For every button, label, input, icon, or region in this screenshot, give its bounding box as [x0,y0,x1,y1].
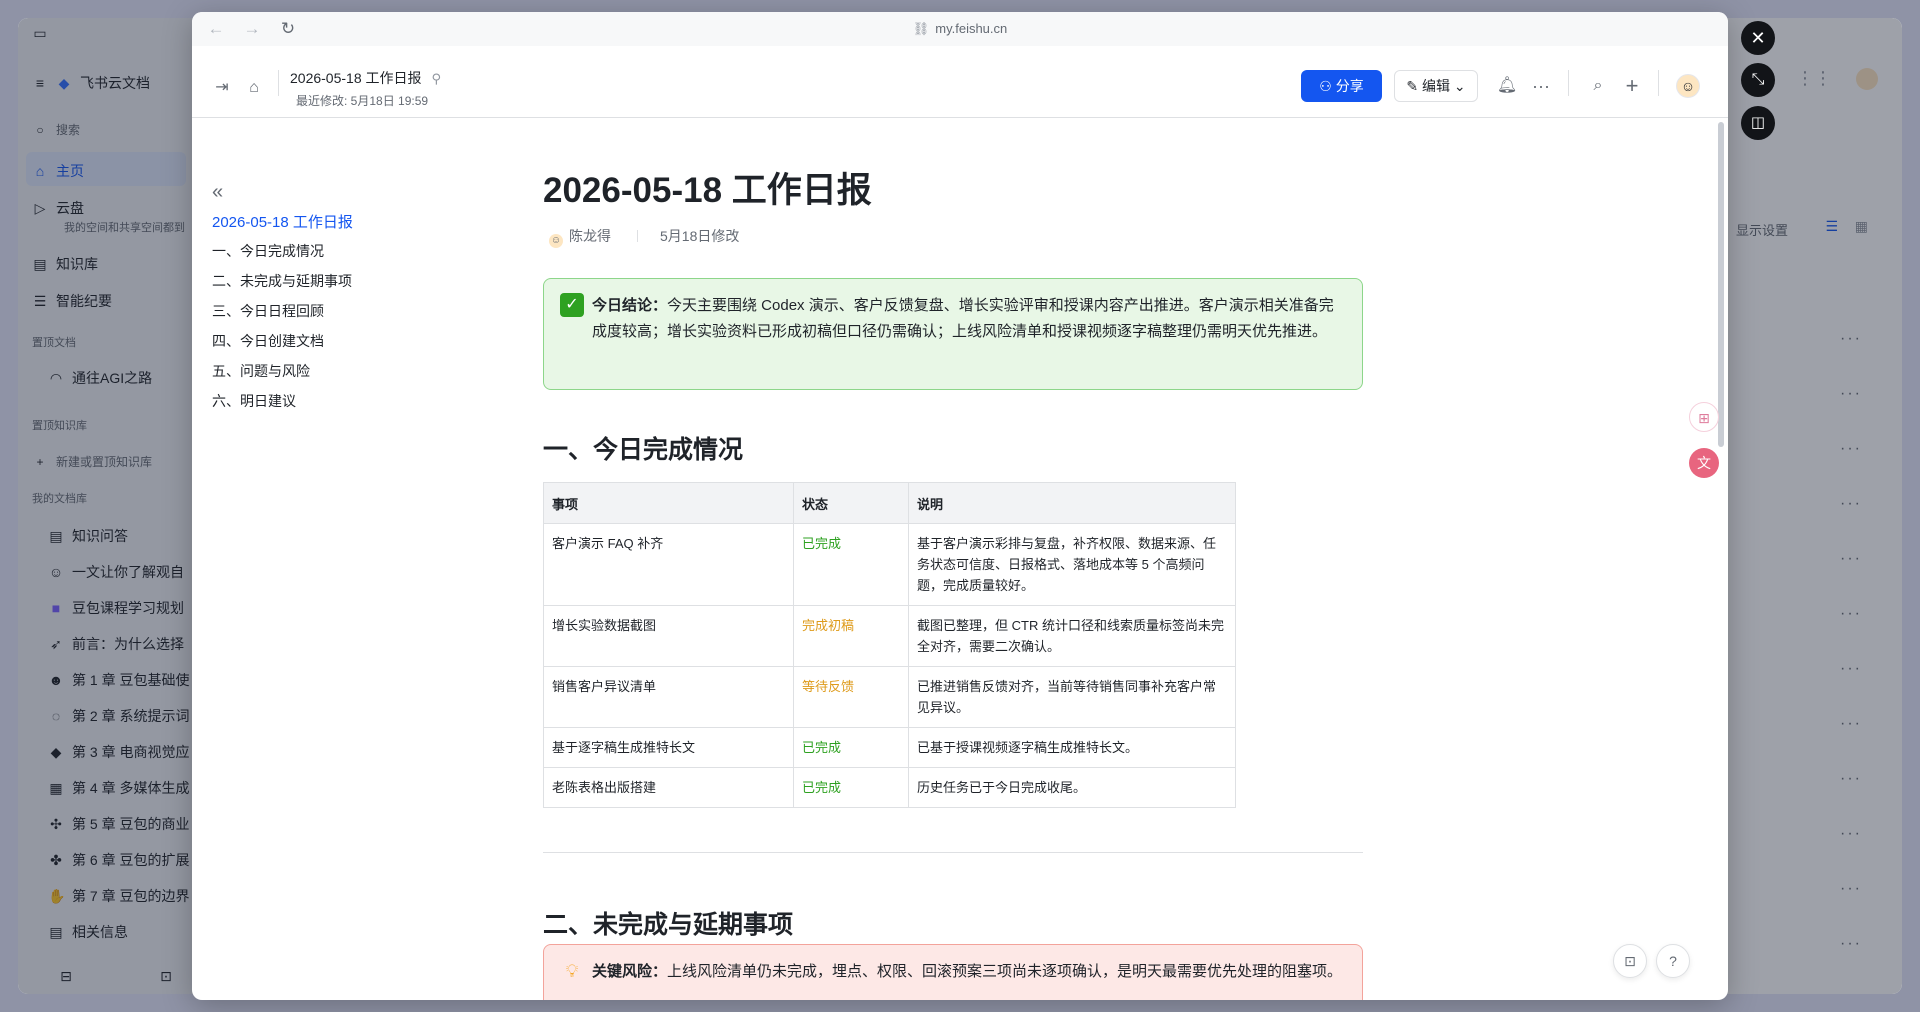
search-icon[interactable]: ⌕ [1586,74,1610,98]
user-avatar[interactable]: ☺ [1676,74,1700,98]
table-cell-note[interactable]: 基于客户演示彩排与复盘，补齐权限、数据来源、任务状态可信度、日报格式、落地成本等… [908,523,1236,606]
translate-icon[interactable]: 文 [1689,448,1719,478]
outline-item[interactable]: 二、未完成与延期事项 [212,271,352,291]
table-row: 客户演示 FAQ 补齐 已完成 基于客户演示彩排与复盘，补齐权限、数据来源、任务… [543,523,1236,606]
modified-date: 5月18日修改 [660,228,740,244]
outline-item[interactable]: 三、今日日程回顾 [212,301,324,321]
outline-item[interactable]: 一、今日完成情况 [212,241,324,261]
table-row: 增长实验数据截图 完成初稿 截图已整理，但 CTR 统计口径和线索质量标签尚未完… [543,605,1236,667]
table-cell-note[interactable]: 已推进销售反馈对齐，当前等待销售同事补充客户常见异议。 [908,666,1236,728]
divider [543,852,1363,853]
share-button[interactable]: ⚇ 分享 [1301,70,1382,102]
table-row: 老陈表格出版搭建 已完成 历史任务已于今日完成收尾。 [543,767,1236,808]
more-icon[interactable]: ··· [1529,74,1553,98]
outline-item[interactable]: 四、今日创建文档 [212,331,324,351]
link-icon: ⛓ [912,21,930,36]
table-cell-note[interactable]: 历史任务已于今日完成收尾。 [908,767,1236,808]
url-text: my.feishu.cn [935,21,1008,36]
doc-info-icon[interactable]: ⊡ [1613,944,1647,978]
collapse-expand-icon[interactable]: ⤡ [1741,63,1775,97]
pin-icon[interactable]: ⚲ [432,71,442,86]
check-mark-icon: ✓ [560,293,584,317]
risk-callout: 💡︎ 关键风险：上线风险清单仍未完成，埋点、权限、回滚预案三项尚未逐项确认，是明… [543,944,1363,1000]
doc-toolbar: ⇥ ⌂ 2026-05-18 工作日报 ⚲ 最近修改: 5月18日 19:59 ⚇… [192,46,1728,118]
outline-item[interactable]: 六、明日建议 [212,391,296,411]
risk-text: 上线风险清单仍未完成，埋点、权限、回滚预案三项尚未逐项确认，是明天最需要优先处理… [667,963,1343,980]
table-cell-status[interactable]: 已完成 [793,727,909,768]
document-modal: ← → ↻ ⛓ my.feishu.cn ⇥ ⌂ 2026-05-18 工作日报 ⚲… [192,12,1728,1000]
pencil-icon: ✎ [1406,78,1419,94]
help-icon[interactable]: ? [1656,944,1690,978]
toolbar-doc-title[interactable]: 2026-05-18 工作日报 ⚲ [290,68,441,88]
risk-label: 关键风险： [592,963,668,980]
table-cell-status[interactable]: 已完成 [793,767,909,808]
table-cell-item[interactable]: 老陈表格出版搭建 [543,767,794,808]
table-cell-status[interactable]: 已完成 [793,523,909,606]
table-cell-item[interactable]: 增长实验数据截图 [543,605,794,667]
table-cell-item[interactable]: 销售客户异议清单 [543,666,794,728]
edit-button[interactable]: ✎ 编辑 ⌄ [1394,70,1478,102]
scrollbar[interactable] [1718,122,1724,447]
table-cell-note[interactable]: 已基于授课视频逐字稿生成推特长文。 [908,727,1236,768]
bell-icon[interactable]: 🔔︎ [1495,74,1519,98]
section-heading: 二、未完成与延期事项 [543,911,794,939]
share-users-icon: ⚇ [1319,78,1332,94]
collapse-outline-icon[interactable]: « [212,182,223,202]
table-header: 事项 [543,482,794,524]
table-header-row: 事项 状态 说明 [543,482,1236,524]
chevron-down-icon: ⌄ [1453,78,1466,94]
browser-bar: ← → ↻ ⛓ my.feishu.cn [192,12,1728,46]
add-icon[interactable]: + [1620,74,1644,98]
outline-item[interactable]: 五、问题与风险 [212,361,310,381]
document-title: 2026-05-18 工作日报 [543,171,872,210]
home-icon[interactable]: ⌂ [242,76,266,100]
last-modified: 最近修改: 5月18日 19:59 [296,94,429,108]
table-header: 状态 [793,482,909,524]
table-cell-status[interactable]: 等待反馈 [793,666,909,728]
author-avatar: ☺ [549,234,563,248]
close-icon[interactable]: ✕ [1741,21,1775,55]
outline-title[interactable]: 2026-05-18 工作日报 [212,211,353,232]
conclusion-callout: ✓ 今日结论：今天主要围绕 Codex 演示、客户反馈复盘、增长实验评审和授课内… [543,278,1363,390]
outline-toggle-icon[interactable]: ⇥ [210,76,234,100]
conclusion-text: 今天主要围绕 Codex 演示、客户反馈复盘、增长实验评审和授课内容产出推进。客… [592,297,1334,340]
table-cell-item[interactable]: 基于逐字稿生成推特长文 [543,727,794,768]
section-heading: 一、今日完成情况 [543,436,744,464]
document-meta: ☺ 陈龙得 5月18日修改 [549,226,739,248]
url-bar[interactable]: ⛓ my.feishu.cn [192,21,1728,37]
divider [278,70,279,96]
conclusion-label: 今日结论： [592,297,668,314]
table-header: 说明 [908,482,1236,524]
table-row: 基于逐字稿生成推特长文 已完成 已基于授课视频逐字稿生成推特长文。 [543,727,1236,768]
author-name[interactable]: 陈龙得 [569,228,611,244]
table-row: 销售客户异议清单 等待反馈 已推进销售反馈对齐，当前等待销售同事补充客户常见异议… [543,666,1236,728]
completion-table: 事项 状态 说明 客户演示 FAQ 补齐 已完成 基于客户演示彩排与复盘，补齐权… [543,482,1236,808]
divider [1568,70,1569,96]
table-cell-status[interactable]: 完成初稿 [793,605,909,667]
divider [637,230,638,242]
table-cell-note[interactable]: 截图已整理，但 CTR 统计口径和线索质量标签尚未完全对齐，需要二次确认。 [908,605,1236,667]
add-widget-icon[interactable]: ⊞ [1689,402,1719,432]
split-view-icon[interactable]: ◫ [1741,106,1775,140]
lightbulb-icon: 💡︎ [565,961,579,981]
divider [1658,70,1659,96]
table-cell-item[interactable]: 客户演示 FAQ 补齐 [543,523,794,606]
